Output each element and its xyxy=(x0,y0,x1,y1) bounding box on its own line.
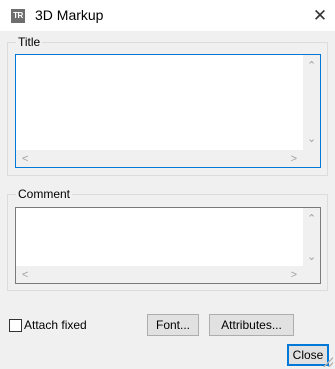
title-group: Title ⌃ ⌄ < > xyxy=(7,35,328,176)
window-title: 3D Markup xyxy=(35,7,104,23)
scroll-left-icon[interactable]: < xyxy=(22,269,28,281)
resize-grip-icon[interactable] xyxy=(323,357,333,367)
title-textarea[interactable]: ⌃ ⌄ < > xyxy=(15,54,321,168)
attach-fixed-label[interactable]: Attach fixed xyxy=(24,318,87,333)
comment-group-label: Comment xyxy=(16,187,73,201)
close-window-button[interactable]: ✕ xyxy=(305,0,335,31)
title-group-label: Title xyxy=(16,35,43,49)
app-icon: TR xyxy=(11,9,25,23)
font-button-label: Font... xyxy=(155,318,190,332)
comment-textarea[interactable]: ⌃ ⌄ < > xyxy=(15,207,321,284)
comment-horizontal-scrollbar[interactable]: < > xyxy=(16,266,303,283)
scroll-left-icon[interactable]: < xyxy=(22,153,28,165)
scroll-down-icon[interactable]: ⌄ xyxy=(307,133,316,145)
title-horizontal-scrollbar[interactable]: < > xyxy=(16,150,303,167)
title-vertical-scrollbar[interactable]: ⌃ ⌄ xyxy=(303,55,320,150)
attributes-button-label: Attributes... xyxy=(221,318,282,332)
scroll-up-icon[interactable]: ⌃ xyxy=(307,213,316,225)
title-bar[interactable]: TR 3D Markup ✕ xyxy=(0,0,335,31)
close-button-label: Close xyxy=(292,348,324,362)
scroll-corner xyxy=(303,266,320,283)
scroll-up-icon[interactable]: ⌃ xyxy=(307,60,316,72)
scroll-down-icon[interactable]: ⌄ xyxy=(307,251,316,263)
comment-vertical-scrollbar[interactable]: ⌃ ⌄ xyxy=(303,208,320,266)
font-button[interactable]: Font... xyxy=(147,314,199,336)
scroll-corner xyxy=(303,150,320,167)
scroll-right-icon[interactable]: > xyxy=(291,153,297,165)
attach-fixed-checkbox[interactable] xyxy=(9,319,22,332)
scroll-right-icon[interactable]: > xyxy=(291,269,297,281)
attributes-button[interactable]: Attributes... xyxy=(209,314,294,336)
close-icon: ✕ xyxy=(312,6,328,25)
comment-group: Comment ⌃ ⌄ < > xyxy=(7,187,328,291)
